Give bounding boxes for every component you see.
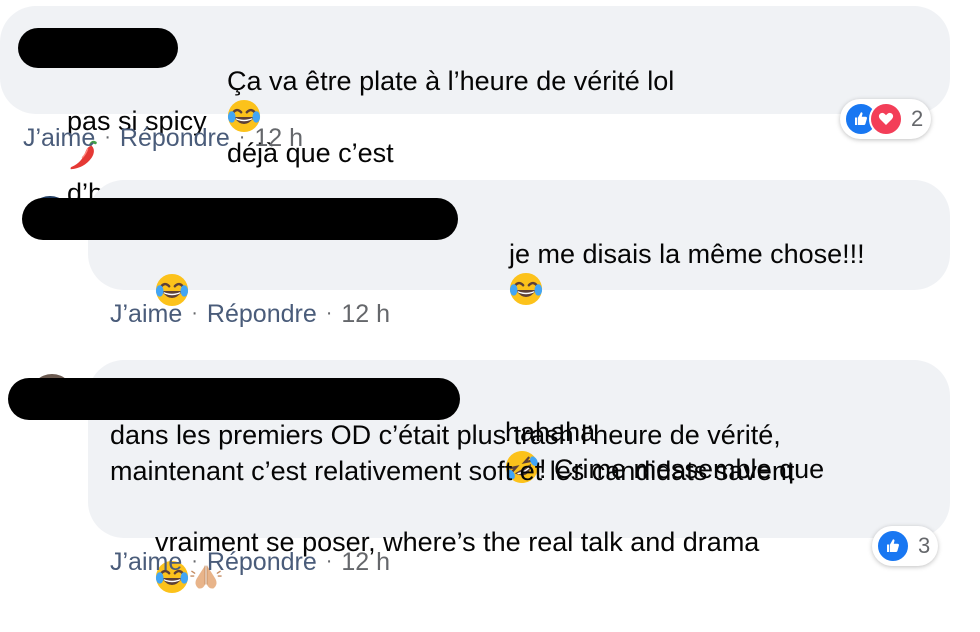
reactions-summary[interactable]: 2 [840,99,932,139]
separator: · [325,302,333,324]
like-button[interactable]: J’aime [110,300,182,329]
like-button[interactable]: J’aime [23,124,95,153]
reactions-summary[interactable]: 3 [872,526,939,566]
like-button[interactable]: J’aime [110,548,182,577]
comment-text: Ça va être plate à l’heure de vérité lol [227,66,675,96]
separator: · [191,302,198,324]
reply-button[interactable]: Répondre [120,124,230,153]
tears-of-joy-emoji-icon [509,272,543,306]
reaction-count: 2 [911,106,924,131]
like-icon [876,529,910,563]
timestamp[interactable]: 12 h [254,124,303,153]
separator: · [191,550,198,572]
reply-button[interactable]: Répondre [207,548,317,577]
comment-text: je me disais la même chose!!! [509,239,865,269]
comment-text: maintenant c’est relativement soft et le… [110,456,795,486]
reaction-count: 3 [918,533,931,558]
comment-actions: J’aime · Répondre · 12 h [23,124,303,153]
comment-bubble: Ça va être plate à l’heure de vérité lol… [0,6,950,208]
separator: · [104,126,111,148]
comment-actions: J’aime · Répondre · 12 h [110,300,390,329]
love-icon [869,102,903,136]
redacted-author-name [8,378,460,420]
timestamp[interactable]: 12 h [341,300,390,329]
comment-text: dans les premiers OD c’était plus trash … [110,420,781,450]
comment-actions: J’aime · Répondre · 12 h [110,548,390,577]
separator: · [325,550,333,572]
redacted-author-name [22,198,458,240]
separator: · [238,126,246,148]
reply-button[interactable]: Répondre [207,300,317,329]
redacted-author-name [18,28,178,68]
timestamp[interactable]: 12 h [341,548,390,577]
